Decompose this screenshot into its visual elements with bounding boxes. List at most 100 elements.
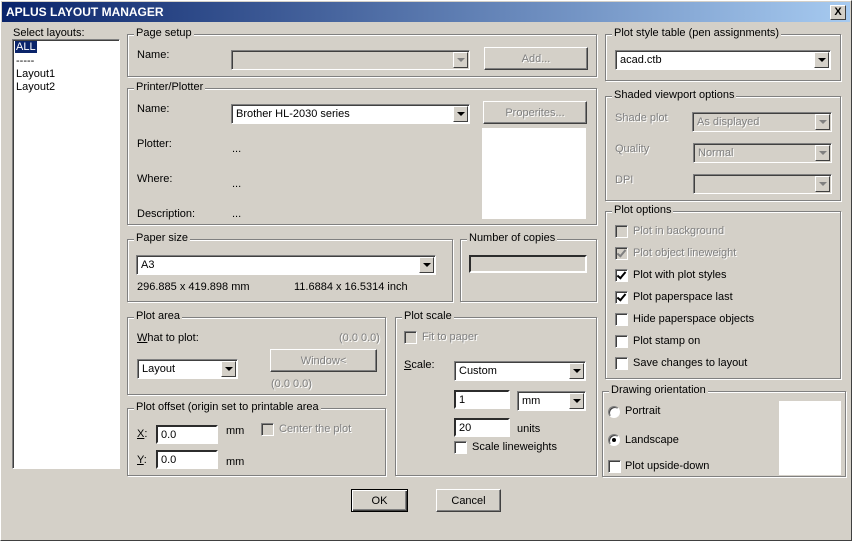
scale-unit-value: mm — [522, 395, 541, 407]
printer-name-label: Name: — [137, 103, 170, 115]
plot-style-title: Plot style table (pen assignments) — [612, 27, 782, 39]
scale-units-label: units — [517, 423, 541, 435]
dpi-combo[interactable] — [693, 174, 832, 194]
shaded-viewport-title: Shaded viewport options — [612, 89, 737, 101]
plot-option-checkbox[interactable] — [615, 247, 628, 260]
plot-style-value: acad.ctb — [620, 54, 662, 66]
plotter-label: Plotter: — [137, 138, 172, 150]
plot-options-title: Plot options — [612, 204, 674, 216]
plot-option-checkbox[interactable] — [615, 313, 628, 326]
plotter-value: ... — [232, 143, 242, 155]
plot-area-title: Plot area — [134, 310, 183, 322]
chevron-down-icon[interactable] — [569, 393, 584, 409]
description-value: ... — [232, 208, 242, 220]
scale-lineweights-checkbox[interactable] — [454, 441, 467, 454]
shade-plot-label: Shade plot — [615, 112, 668, 124]
center-plot-label: Center the plot — [279, 423, 352, 435]
drawing-orientation-title: Drawing orientation — [609, 384, 708, 396]
chevron-down-icon[interactable] — [815, 145, 830, 161]
plot-scale-title: Plot scale — [402, 310, 454, 322]
chevron-down-icon[interactable] — [221, 361, 236, 377]
chevron-down-icon[interactable] — [453, 106, 468, 122]
offset-x-input[interactable]: 0.0 — [156, 425, 218, 444]
plot-option-label: Plot in background — [633, 225, 725, 237]
plot-option-label: Plot object lineweight — [633, 247, 737, 259]
landscape-label: Landscape — [625, 434, 679, 446]
quality-value: Normal — [698, 147, 734, 159]
layout-item-layout2[interactable]: Layout2 — [15, 81, 56, 93]
offset-x-label: X: — [137, 428, 148, 440]
fit-to-paper-checkbox[interactable] — [404, 331, 417, 344]
shade-plot-combo[interactable]: As displayed — [692, 112, 832, 132]
layout-manager-dialog: APLUS LAYOUT MANAGER X Select layouts: A… — [0, 0, 852, 541]
window-button[interactable]: Window< — [270, 349, 377, 372]
offset-y-unit: mm — [226, 456, 245, 468]
printer-name-value: Brother HL-2030 series — [236, 108, 350, 120]
chevron-down-icon[interactable] — [419, 257, 434, 273]
what-to-plot-label: What to plot: — [137, 332, 199, 344]
page-setup-name-label: Name: — [137, 49, 170, 61]
plot-option-label: Plot with plot styles — [633, 269, 727, 281]
center-plot-checkbox[interactable] — [261, 423, 274, 436]
scale-denominator-input[interactable]: 20 — [454, 418, 510, 437]
what-to-plot-combo[interactable]: Layout — [137, 359, 238, 379]
layout-item-separator[interactable]: ----- — [15, 55, 35, 67]
portrait-label: Portrait — [625, 405, 661, 417]
plot-area-coord-top: (0.0 0.0) — [339, 332, 380, 344]
scale-numerator-input[interactable]: 1 — [454, 390, 510, 409]
where-label: Where: — [137, 173, 173, 185]
scale-unit-combo[interactable]: mm — [517, 391, 586, 411]
select-layouts-label: Select layouts: — [13, 27, 85, 39]
plot-option-checkbox[interactable] — [615, 291, 628, 304]
printer-plotter-title: Printer/Plotter — [134, 81, 206, 93]
landscape-radio[interactable] — [608, 434, 620, 446]
what-to-plot-value: Layout — [142, 363, 176, 375]
printer-preview — [482, 128, 586, 219]
portrait-radio[interactable] — [608, 406, 620, 418]
close-button[interactable]: X — [830, 5, 846, 20]
plot-option-label: Plot paperspace last — [633, 291, 733, 303]
plot-option-checkbox[interactable] — [615, 357, 628, 370]
plot-option-checkbox[interactable] — [615, 225, 628, 238]
paper-size-inch: 11.6884 x 16.5314 inch — [294, 281, 408, 293]
paper-size-mm: 296.885 x 419.898 mm — [137, 281, 250, 293]
layout-item-all[interactable]: ALL — [15, 41, 37, 53]
plot-option-label: Save changes to layout — [633, 357, 748, 369]
where-value: ... — [232, 178, 242, 190]
copies-input[interactable] — [469, 255, 587, 273]
quality-combo[interactable]: Normal — [693, 143, 832, 163]
fit-to-paper-label: Fit to paper — [422, 331, 478, 343]
plot-option-checkbox[interactable] — [615, 269, 628, 282]
quality-label: Quality — [615, 143, 650, 155]
plot-option-checkbox[interactable] — [615, 335, 628, 348]
title-bar: APLUS LAYOUT MANAGER X — [2, 2, 850, 22]
ok-button[interactable]: OK — [351, 489, 408, 512]
plot-style-combo[interactable]: acad.ctb — [615, 50, 831, 70]
chevron-down-icon[interactable] — [815, 114, 830, 130]
copies-title: Number of copies — [467, 232, 558, 244]
layouts-listbox[interactable]: ALL ----- Layout1 Layout2 — [12, 39, 120, 469]
shade-plot-value: As displayed — [697, 116, 760, 128]
chevron-down-icon[interactable] — [453, 52, 468, 68]
properties-button[interactable]: Properites... — [483, 101, 587, 124]
close-icon: X — [834, 6, 842, 18]
add-button[interactable]: Add... — [484, 47, 588, 70]
chevron-down-icon[interactable] — [815, 176, 830, 192]
offset-y-input[interactable]: 0.0 — [156, 450, 218, 469]
chevron-down-icon[interactable] — [814, 52, 829, 68]
scale-value: Custom — [459, 365, 497, 377]
paper-size-title: Paper size — [134, 232, 190, 244]
dpi-label: DPI — [615, 174, 634, 186]
offset-x-unit: mm — [226, 425, 245, 437]
page-setup-name-combo[interactable] — [231, 50, 470, 70]
scale-combo[interactable]: Custom — [454, 361, 586, 381]
printer-name-combo[interactable]: Brother HL-2030 series — [231, 104, 470, 124]
window-title: APLUS LAYOUT MANAGER — [6, 5, 164, 19]
paper-size-value: A3 — [141, 259, 155, 271]
paper-size-combo[interactable]: A3 — [136, 255, 436, 275]
chevron-down-icon[interactable] — [569, 363, 584, 379]
upside-down-checkbox[interactable] — [608, 460, 621, 473]
orientation-preview — [779, 401, 841, 475]
cancel-button[interactable]: Cancel — [436, 489, 501, 512]
layout-item-layout1[interactable]: Layout1 — [15, 68, 56, 80]
